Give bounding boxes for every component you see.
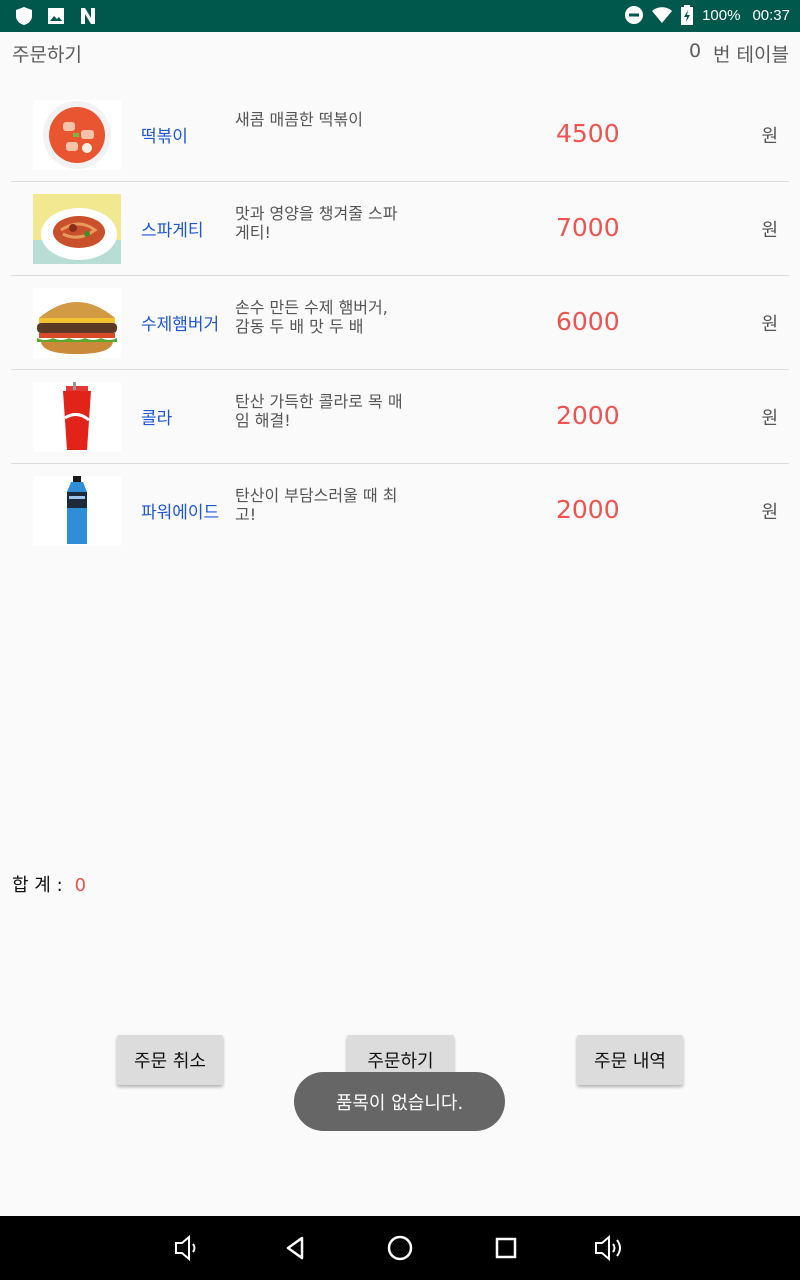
currency-unit: 원 <box>761 220 778 241</box>
menu-item-price: 6000 <box>556 307 620 336</box>
menu-item-price: 2000 <box>556 401 620 430</box>
table-label: 번 테이블 <box>713 44 789 66</box>
menu-item-desc: 맛과 영양을 챙겨줄 스파게티! <box>235 204 398 242</box>
app-header: 주문하기 0 번 테이블 <box>0 32 800 72</box>
clock: 00:37 <box>752 6 790 24</box>
menu-item-spaghetti[interactable]: 스파게티 맛과 영양을 챙겨줄 스파게티! 7000 원 <box>11 182 789 276</box>
menu-item-desc: 새콤 매콤한 떡볶이 <box>235 110 363 129</box>
menu-item-name: 수제햄버거 <box>141 315 220 335</box>
menu-item-desc: 손수 만든 수제 햄버거, 감동 두 배 맛 두 배 <box>235 298 388 336</box>
powerade-image <box>33 476 121 546</box>
menu-list: 떡볶이 새콤 매콤한 떡볶이 4500 원 스파게티 맛과 영양을 챙겨줄 스파… <box>11 88 789 558</box>
status-bar: 100% 00:37 <box>0 0 800 32</box>
menu-item-price: 7000 <box>556 213 620 242</box>
burger-image <box>33 288 121 358</box>
menu-item-name: 스파게티 <box>141 221 204 241</box>
menu-item-powerade[interactable]: 파워에이드 탄산이 부담스러울 때 최고! 2000 원 <box>11 464 789 558</box>
menu-item-tteokbokki[interactable]: 떡볶이 새콤 매콤한 떡볶이 4500 원 <box>11 88 789 182</box>
menu-item-name: 콜라 <box>141 409 173 429</box>
total-value: 0 <box>74 875 87 896</box>
menu-item-price: 2000 <box>556 495 620 524</box>
battery-percent: 100% <box>702 6 741 24</box>
menu-item-desc: 탄산이 부담스러울 때 최고! <box>235 486 398 524</box>
currency-unit: 원 <box>761 126 778 147</box>
cola-image <box>33 382 121 452</box>
total-summary: 합 계 : 0 <box>12 871 86 897</box>
toast-message: 품목이 없습니다. <box>294 1072 505 1131</box>
menu-item-name: 파워에이드 <box>141 503 220 523</box>
recents-icon[interactable] <box>490 1232 522 1264</box>
spaghetti-image <box>33 194 121 264</box>
menu-item-cola[interactable]: 콜라 탄산 가득한 콜라로 목 매임 해결! 2000 원 <box>11 370 789 464</box>
home-icon[interactable] <box>384 1232 416 1264</box>
cancel-order-button[interactable]: 주문 취소 <box>117 1035 223 1085</box>
volume-down-icon[interactable] <box>172 1232 204 1264</box>
currency-unit: 원 <box>761 314 778 335</box>
volume-up-icon[interactable] <box>594 1232 626 1264</box>
currency-unit: 원 <box>761 502 778 523</box>
do-not-disturb-icon <box>625 6 644 24</box>
n-logo-icon <box>81 8 95 24</box>
back-icon[interactable] <box>280 1232 312 1264</box>
page-title: 주문하기 <box>12 44 82 66</box>
table-indicator: 0 번 테이블 <box>689 40 789 67</box>
tteokbokki-image <box>33 100 121 170</box>
currency-unit: 원 <box>761 408 778 429</box>
total-label: 합 계 : <box>12 875 63 896</box>
table-number: 0 <box>688 40 702 62</box>
order-history-button[interactable]: 주문 내역 <box>577 1035 683 1085</box>
menu-item-name: 떡볶이 <box>141 127 188 147</box>
menu-item-desc: 탄산 가득한 콜라로 목 매임 해결! <box>235 392 403 430</box>
image-icon <box>48 8 64 24</box>
menu-item-burger[interactable]: 수제햄버거 손수 만든 수제 햄버거, 감동 두 배 맛 두 배 6000 원 <box>11 276 789 370</box>
battery-icon <box>681 5 694 25</box>
menu-item-price: 4500 <box>556 119 620 148</box>
navigation-bar <box>0 1216 800 1280</box>
wifi-icon <box>652 7 673 23</box>
shield-icon <box>16 7 32 25</box>
